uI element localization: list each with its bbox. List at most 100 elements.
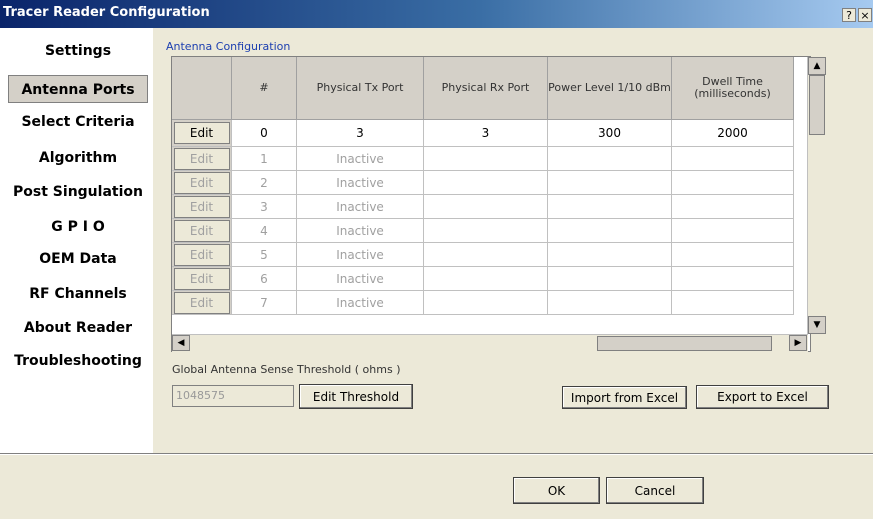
cell-physical-tx: Inactive xyxy=(297,147,424,171)
sidebar-item-rf-channels[interactable]: RF Channels xyxy=(8,280,148,308)
cell-physical-rx xyxy=(424,195,548,219)
cell-physical-rx xyxy=(424,243,548,267)
edit-button[interactable]: Edit xyxy=(173,267,230,290)
close-button[interactable]: × xyxy=(858,8,872,22)
row-header-cell: Edit xyxy=(172,120,232,147)
sidebar-item-post-singulation[interactable]: Post Singulation xyxy=(8,178,148,206)
table-row: Edit 1 Inactive xyxy=(172,147,794,171)
cell-number: 0 xyxy=(232,120,297,147)
export-excel-button[interactable]: Export to Excel xyxy=(696,385,829,409)
sidebar-item-troubleshooting[interactable]: Troubleshooting xyxy=(8,347,148,375)
dialog-footer: OK Cancel xyxy=(0,455,873,519)
antenna-grid: # Physical Tx Port Physical Rx Port Powe… xyxy=(171,56,811,352)
edit-button[interactable]: Edit xyxy=(173,122,230,144)
row-header-cell: Edit xyxy=(172,195,232,219)
cell-physical-rx xyxy=(424,147,548,171)
edit-button[interactable]: Edit xyxy=(173,147,230,170)
sidebar: Settings Antenna Ports Select Criteria A… xyxy=(0,28,153,453)
cell-physical-tx: Inactive xyxy=(297,291,424,315)
cell-number: 5 xyxy=(232,243,297,267)
edit-button[interactable]: Edit xyxy=(173,291,230,314)
scroll-down-icon[interactable]: ▼ xyxy=(808,316,826,334)
cell-power-level xyxy=(548,291,672,315)
cell-power-level xyxy=(548,171,672,195)
horizontal-scrollbar[interactable]: ◀ ▶ xyxy=(172,334,808,352)
sidebar-item-gpio[interactable]: G P I O xyxy=(8,213,148,241)
cell-number: 2 xyxy=(232,171,297,195)
cell-physical-tx: Inactive xyxy=(297,219,424,243)
cell-physical-rx: 3 xyxy=(424,120,548,147)
cell-power-level xyxy=(548,195,672,219)
cell-physical-tx: Inactive xyxy=(297,195,424,219)
horizontal-scroll-thumb[interactable] xyxy=(597,336,772,351)
table-row: Edit 5 Inactive xyxy=(172,243,794,267)
cell-power-level xyxy=(548,219,672,243)
table-row: Edit 7 Inactive xyxy=(172,291,794,315)
scroll-up-icon[interactable]: ▲ xyxy=(808,57,826,75)
row-header-cell: Edit xyxy=(172,147,232,171)
cell-physical-rx xyxy=(424,267,548,291)
grid-header-corner xyxy=(172,57,232,120)
cell-physical-tx: Inactive xyxy=(297,267,424,291)
table-row: Edit 2 Inactive xyxy=(172,171,794,195)
column-header-physical-tx: Physical Tx Port xyxy=(297,57,424,120)
row-header-cell: Edit xyxy=(172,267,232,291)
cell-power-level xyxy=(548,267,672,291)
sidebar-item-about-reader[interactable]: About Reader xyxy=(8,314,148,342)
row-header-cell: Edit xyxy=(172,219,232,243)
cell-physical-tx: 3 xyxy=(297,120,424,147)
cell-physical-tx: Inactive xyxy=(297,171,424,195)
cell-physical-rx xyxy=(424,171,548,195)
column-header-power-level: Power Level 1/10 dBm xyxy=(548,57,672,120)
import-excel-button[interactable]: Import from Excel xyxy=(562,386,687,409)
cell-dwell-time xyxy=(672,219,794,243)
help-button[interactable]: ? xyxy=(842,8,856,22)
cell-power-level: 300 xyxy=(548,120,672,147)
row-header-cell: Edit xyxy=(172,291,232,315)
edit-threshold-button[interactable]: Edit Threshold xyxy=(299,384,413,409)
edit-button[interactable]: Edit xyxy=(173,195,230,218)
cell-dwell-time xyxy=(672,195,794,219)
ok-button[interactable]: OK xyxy=(513,477,600,504)
column-header-physical-rx: Physical Rx Port xyxy=(424,57,548,120)
sidebar-item-algorithm[interactable]: Algorithm xyxy=(8,144,148,172)
table-row: Edit 0 3 3 300 2000 xyxy=(172,120,794,147)
cell-dwell-time xyxy=(672,291,794,315)
sidebar-item-settings[interactable]: Settings xyxy=(8,37,148,65)
cancel-button[interactable]: Cancel xyxy=(606,477,704,504)
cell-number: 1 xyxy=(232,147,297,171)
cell-number: 3 xyxy=(232,195,297,219)
sidebar-item-select-criteria[interactable]: Select Criteria xyxy=(8,108,148,136)
table-row: Edit 3 Inactive xyxy=(172,195,794,219)
edit-button[interactable]: Edit xyxy=(173,219,230,242)
sidebar-item-oem-data[interactable]: OEM Data xyxy=(8,245,148,273)
cell-dwell-time xyxy=(672,147,794,171)
cell-power-level xyxy=(548,147,672,171)
cell-dwell-time xyxy=(672,267,794,291)
cell-power-level xyxy=(548,243,672,267)
edit-button[interactable]: Edit xyxy=(173,171,230,194)
grid-header-row: # Physical Tx Port Physical Rx Port Powe… xyxy=(172,57,794,120)
vertical-scrollbar[interactable]: ▲ ▼ xyxy=(807,57,826,334)
column-header-number: # xyxy=(232,57,297,120)
threshold-label: Global Antenna Sense Threshold ( ohms ) xyxy=(172,363,401,376)
table-row: Edit 6 Inactive xyxy=(172,267,794,291)
cell-number: 7 xyxy=(232,291,297,315)
cell-number: 4 xyxy=(232,219,297,243)
cell-number: 6 xyxy=(232,267,297,291)
vertical-scroll-thumb[interactable] xyxy=(809,75,825,135)
cell-physical-rx xyxy=(424,291,548,315)
sidebar-item-antenna-ports[interactable]: Antenna Ports xyxy=(8,75,148,103)
cell-dwell-time xyxy=(672,243,794,267)
cell-dwell-time xyxy=(672,171,794,195)
cell-physical-tx: Inactive xyxy=(297,243,424,267)
section-title: Antenna Configuration xyxy=(166,40,291,53)
table-row: Edit 4 Inactive xyxy=(172,219,794,243)
title-bar: Tracer Reader Configuration ? × xyxy=(0,0,873,28)
cell-dwell-time: 2000 xyxy=(672,120,794,147)
scroll-left-icon[interactable]: ◀ xyxy=(172,335,190,351)
edit-button[interactable]: Edit xyxy=(173,243,230,266)
row-header-cell: Edit xyxy=(172,171,232,195)
row-header-cell: Edit xyxy=(172,243,232,267)
scroll-right-icon[interactable]: ▶ xyxy=(789,335,807,351)
